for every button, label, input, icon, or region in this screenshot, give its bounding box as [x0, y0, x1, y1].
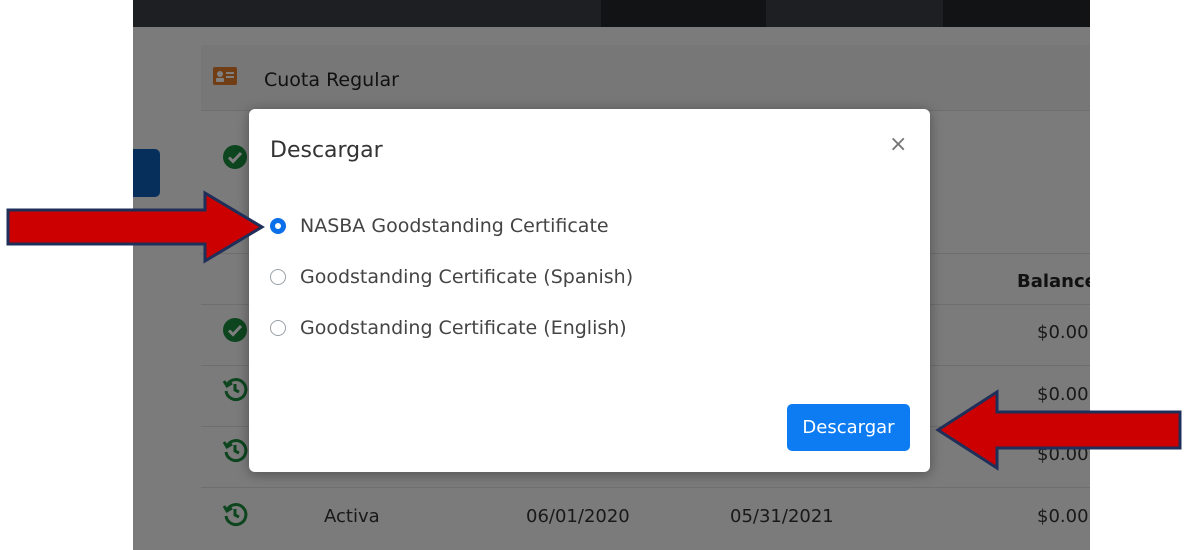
arrow-annotation-icon [6, 190, 265, 264]
radio-unchecked-icon[interactable] [270, 269, 286, 285]
download-modal: Descargar × NASBA Goodstanding Certifica… [249, 109, 930, 472]
option-label: NASBA Goodstanding Certificate [300, 215, 609, 237]
close-icon[interactable]: × [889, 133, 907, 157]
option-label: Goodstanding Certificate (Spanish) [300, 266, 634, 288]
download-button[interactable]: Descargar [787, 404, 910, 451]
option-label: Goodstanding Certificate (English) [300, 317, 627, 339]
radio-checked-icon[interactable] [270, 218, 286, 234]
modal-title: Descargar [270, 138, 383, 163]
option-english[interactable]: Goodstanding Certificate (English) [270, 314, 627, 342]
option-nasba[interactable]: NASBA Goodstanding Certificate [270, 212, 609, 240]
option-spanish[interactable]: Goodstanding Certificate (Spanish) [270, 263, 633, 291]
arrow-annotation-icon [935, 389, 1182, 471]
radio-unchecked-icon[interactable] [270, 320, 286, 336]
